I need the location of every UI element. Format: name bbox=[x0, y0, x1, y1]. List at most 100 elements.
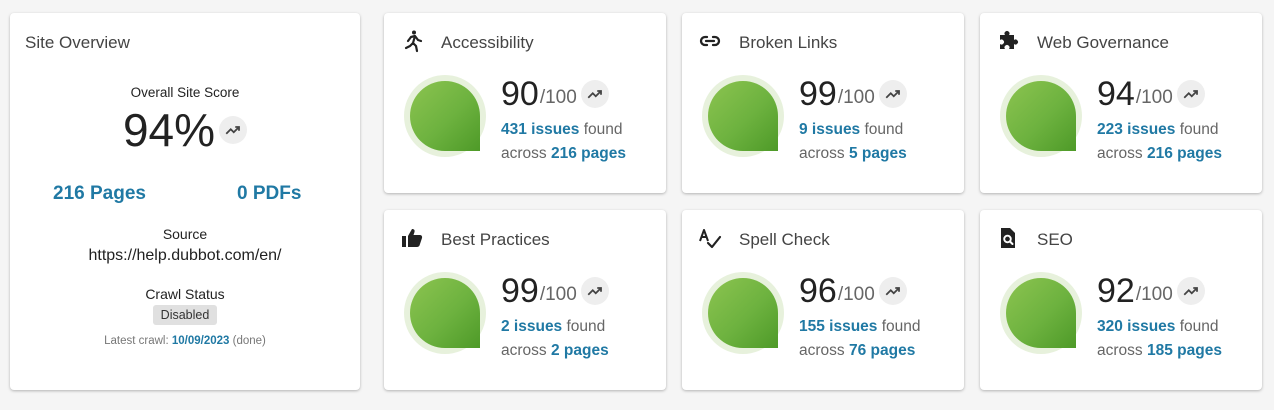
metric-card-best-practices[interactable]: Best Practices 99 /100 2 issues found ac… bbox=[384, 210, 666, 390]
pages-line: across 76 pages bbox=[799, 342, 915, 360]
across-text: across bbox=[501, 145, 547, 162]
metric-score: 99 bbox=[799, 75, 837, 113]
metric-title: Spell Check bbox=[739, 230, 830, 249]
pages-count-link[interactable]: 185 pages bbox=[1147, 342, 1222, 359]
pages-count-link[interactable]: 76 pages bbox=[849, 342, 915, 359]
trend-up-icon[interactable] bbox=[580, 80, 609, 108]
score-gauge-fill bbox=[1006, 81, 1076, 151]
across-text: across bbox=[501, 342, 547, 359]
metric-score: 99 bbox=[501, 272, 539, 310]
trend-up-icon[interactable] bbox=[1176, 80, 1205, 108]
across-text: across bbox=[799, 145, 845, 162]
puzzle-icon bbox=[996, 29, 1020, 53]
crawl-status-badge: Disabled bbox=[152, 305, 218, 325]
pages-count-link[interactable]: 5 pages bbox=[849, 145, 907, 162]
score-gauge bbox=[1000, 75, 1082, 157]
trend-up-icon[interactable] bbox=[1176, 277, 1205, 305]
source-url: https://help.dubbot.com/en/ bbox=[88, 247, 282, 264]
issues-found-text: found bbox=[1179, 318, 1219, 335]
pages-count-link[interactable]: 216 pages bbox=[1147, 145, 1222, 162]
metric-score-max: /100 bbox=[837, 284, 875, 305]
score-gauge-fill bbox=[410, 278, 480, 348]
source-label: Source bbox=[162, 226, 208, 242]
metric-score: 96 bbox=[799, 272, 837, 310]
issues-found-text: found bbox=[881, 318, 921, 335]
metric-title: SEO bbox=[1037, 230, 1073, 249]
issues-line: 223 issues found bbox=[1097, 121, 1219, 139]
seo-search-icon bbox=[996, 226, 1020, 250]
metric-card-web-governance[interactable]: Web Governance 94 /100 223 issues found … bbox=[980, 13, 1262, 193]
link-icon bbox=[698, 29, 722, 53]
metric-title: Broken Links bbox=[739, 33, 838, 52]
issues-line: 2 issues found bbox=[501, 318, 605, 336]
metric-score: 92 bbox=[1097, 272, 1135, 310]
score-gauge bbox=[404, 272, 486, 354]
metric-card-seo[interactable]: SEO 92 /100 320 issues found across 185 … bbox=[980, 210, 1262, 390]
latest-crawl-suffix: (done) bbox=[232, 335, 266, 347]
score-gauge-fill bbox=[410, 81, 480, 151]
metric-card-accessibility[interactable]: Accessibility 90 /100 431 issues found a… bbox=[384, 13, 666, 193]
score-gauge bbox=[1000, 272, 1082, 354]
issues-count-link[interactable]: 431 issues bbox=[501, 121, 579, 138]
issues-line: 9 issues found bbox=[799, 121, 903, 139]
score-gauge bbox=[702, 272, 784, 354]
metric-title: Best Practices bbox=[441, 230, 550, 249]
issues-found-text: found bbox=[1179, 121, 1219, 138]
issues-count-link[interactable]: 2 issues bbox=[501, 318, 562, 335]
score-gauge bbox=[702, 75, 784, 157]
person-walking-icon bbox=[400, 29, 424, 53]
issues-count-link[interactable]: 155 issues bbox=[799, 318, 877, 335]
metric-score-max: /100 bbox=[539, 284, 577, 305]
issues-found-text: found bbox=[583, 121, 623, 138]
metric-score-row: 96 /100 bbox=[799, 274, 907, 308]
metric-score-max: /100 bbox=[837, 87, 875, 108]
issues-line: 431 issues found bbox=[501, 121, 623, 139]
metric-title: Accessibility bbox=[441, 33, 534, 52]
crawl-status-row: Disabled bbox=[10, 305, 360, 325]
metric-title: Web Governance bbox=[1037, 33, 1169, 52]
pages-count-link[interactable]: 216 Pages bbox=[53, 183, 146, 205]
issues-found-text: found bbox=[566, 318, 606, 335]
pages-count-link[interactable]: 216 pages bbox=[551, 145, 626, 162]
metric-score-row: 92 /100 bbox=[1097, 274, 1205, 308]
metric-card-spell-check[interactable]: Spell Check 96 /100 155 issues found acr… bbox=[682, 210, 964, 390]
issues-line: 155 issues found bbox=[799, 318, 921, 336]
overall-score-row: 94% bbox=[10, 107, 360, 153]
site-overview-title: Site Overview bbox=[25, 33, 130, 52]
issues-line: 320 issues found bbox=[1097, 318, 1219, 336]
trend-up-icon[interactable] bbox=[219, 116, 248, 144]
spellcheck-icon bbox=[698, 226, 722, 250]
thumbs-up-icon bbox=[400, 226, 424, 250]
metric-score: 94 bbox=[1097, 75, 1135, 113]
score-gauge bbox=[404, 75, 486, 157]
site-overview-card: Site Overview Overall Site Score 94% 216… bbox=[10, 13, 360, 390]
trend-up-icon[interactable] bbox=[878, 80, 907, 108]
pages-line: across 216 pages bbox=[501, 145, 626, 163]
pages-line: across 5 pages bbox=[799, 145, 907, 163]
metric-card-broken-links[interactable]: Broken Links 99 /100 9 issues found acro… bbox=[682, 13, 964, 193]
issues-count-link[interactable]: 9 issues bbox=[799, 121, 860, 138]
pages-count-link[interactable]: 2 pages bbox=[551, 342, 609, 359]
metric-score-row: 99 /100 bbox=[501, 274, 609, 308]
pages-line: across 185 pages bbox=[1097, 342, 1222, 360]
trend-up-icon[interactable] bbox=[878, 277, 907, 305]
score-gauge-fill bbox=[708, 81, 778, 151]
latest-crawl-prefix: Latest crawl: bbox=[104, 335, 169, 347]
score-gauge-fill bbox=[1006, 278, 1076, 348]
score-gauge-fill bbox=[708, 278, 778, 348]
pdfs-count-link[interactable]: 0 PDFs bbox=[237, 183, 301, 205]
metric-score: 90 bbox=[501, 75, 539, 113]
metric-score-row: 94 /100 bbox=[1097, 77, 1205, 111]
issues-count-link[interactable]: 223 issues bbox=[1097, 121, 1175, 138]
metric-score-max: /100 bbox=[1135, 87, 1173, 108]
metric-score-row: 90 /100 bbox=[501, 77, 609, 111]
overall-score-value: 94% bbox=[122, 104, 216, 156]
issues-found-text: found bbox=[864, 121, 904, 138]
trend-up-icon[interactable] bbox=[580, 277, 609, 305]
latest-crawl-date-link[interactable]: 10/09/2023 bbox=[172, 335, 230, 347]
metric-score-max: /100 bbox=[539, 87, 577, 108]
metric-score-row: 99 /100 bbox=[799, 77, 907, 111]
issues-count-link[interactable]: 320 issues bbox=[1097, 318, 1175, 335]
across-text: across bbox=[1097, 342, 1143, 359]
latest-crawl: Latest crawl: 10/09/2023 (done) bbox=[10, 335, 360, 347]
